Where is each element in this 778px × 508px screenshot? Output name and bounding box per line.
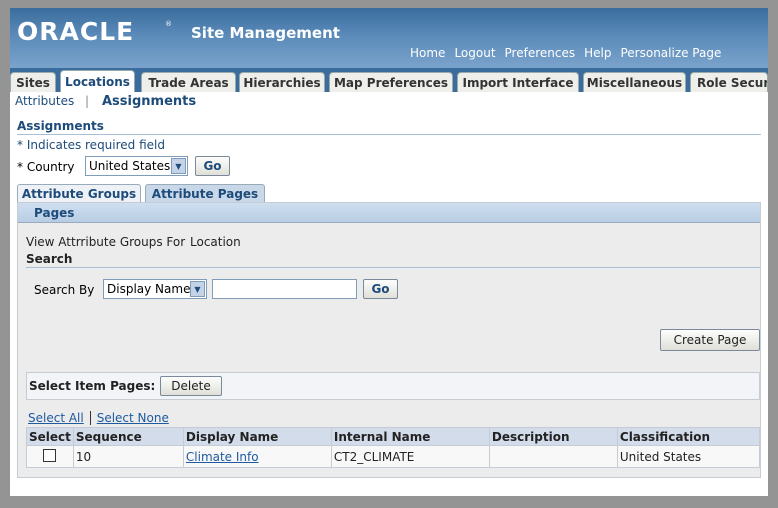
tab-locations[interactable]: Locations <box>60 70 135 92</box>
row-select-cell <box>26 445 74 468</box>
select-item-pages-label: Select Item Pages: <box>29 379 156 393</box>
title-divider <box>17 134 761 135</box>
search-input[interactable] <box>212 279 357 299</box>
row-sequence: 10 <box>72 445 184 468</box>
tab-hierarchies[interactable]: Hierarchies <box>239 72 325 92</box>
pages-table: Select Sequence Display Name Internal Na… <box>26 427 761 468</box>
row-display-name-cell: Climate Info <box>182 445 332 468</box>
browser-frame: ORACLE ® Site Management Home Logout Pre… <box>10 8 768 496</box>
page-title: Assignments <box>17 119 104 133</box>
search-go-button[interactable]: Go <box>363 279 398 299</box>
country-select-value: United States <box>89 159 171 173</box>
create-page-button[interactable]: Create Page <box>660 329 760 351</box>
country-go-button[interactable]: Go <box>195 156 230 176</box>
subnav-separator: | <box>85 94 90 108</box>
tab-role-security[interactable]: Role Secur <box>690 72 768 92</box>
preferences-link[interactable]: Preferences <box>505 46 576 60</box>
pages-panel: Pages View Attrribute Groups For Locatio… <box>17 202 761 478</box>
row-checkbox[interactable] <box>43 448 56 462</box>
search-by-label: Search By <box>34 283 95 297</box>
tab-bar: Sites Locations Trade Areas Hierarchies … <box>10 68 768 92</box>
link-divider <box>89 411 91 425</box>
app-header: ORACLE ® Site Management Home Logout Pre… <box>10 8 768 68</box>
search-by-value: Display Name <box>107 282 191 296</box>
select-all-link[interactable]: Select All <box>28 411 84 425</box>
row-description <box>488 445 618 468</box>
selection-links: Select All Select None <box>28 411 169 425</box>
subnav-assignments[interactable]: Assignments <box>102 94 196 109</box>
subtab-attribute-groups[interactable]: Attribute Groups <box>17 184 141 202</box>
country-label: * Country <box>17 160 75 174</box>
column-header-select: Select <box>26 427 74 446</box>
row-display-name-link[interactable]: Climate Info <box>186 450 259 464</box>
chevron-down-icon[interactable]: ▼ <box>190 281 205 297</box>
required-field-note: * Indicates required field <box>17 138 166 152</box>
column-header-description: Description <box>488 427 618 446</box>
table-row: 10 Climate Info CT2_CLIMATE United State… <box>26 445 761 468</box>
column-header-classification: Classification <box>616 427 761 446</box>
column-header-sequence: Sequence <box>72 427 184 446</box>
logout-link[interactable]: Logout <box>454 46 495 60</box>
app-title: Site Management <box>191 24 340 42</box>
column-header-display-name: Display Name <box>182 427 332 446</box>
country-select[interactable]: United States ▼ <box>85 156 188 176</box>
panel-header: Pages <box>18 203 760 223</box>
delete-button[interactable]: Delete <box>160 376 222 396</box>
search-by-select[interactable]: Display Name ▼ <box>103 279 207 299</box>
column-header-internal-name: Internal Name <box>330 427 490 446</box>
subnav-attributes[interactable]: Attributes <box>15 94 74 108</box>
tab-miscellaneous[interactable]: Miscellaneous <box>583 72 686 92</box>
help-link[interactable]: Help <box>584 46 611 60</box>
registered-mark: ® <box>165 20 172 28</box>
search-title: Search <box>26 252 73 266</box>
view-label: View Attrribute Groups For <box>26 235 186 249</box>
tab-trade-areas[interactable]: Trade Areas <box>141 72 236 92</box>
select-items-bar: Select Item Pages: Delete <box>26 372 760 400</box>
tab-sites[interactable]: Sites <box>10 72 56 92</box>
chevron-down-icon[interactable]: ▼ <box>171 158 186 174</box>
oracle-logo: ORACLE <box>17 17 135 46</box>
personalize-page-link[interactable]: Personalize Page <box>620 46 721 60</box>
select-none-link[interactable]: Select None <box>97 411 169 425</box>
table-header-row: Select Sequence Display Name Internal Na… <box>26 427 761 446</box>
view-value: Location <box>190 235 241 249</box>
global-links: Home Logout Preferences Help Personalize… <box>410 46 721 60</box>
row-classification: United States <box>616 445 761 468</box>
tab-map-preferences[interactable]: Map Preferences <box>329 72 453 92</box>
home-link[interactable]: Home <box>410 46 445 60</box>
row-internal-name: CT2_CLIMATE <box>330 445 490 468</box>
sub-navigation: Attributes | Assignments <box>10 92 768 112</box>
tab-import-interface[interactable]: Import Interface <box>457 72 579 92</box>
subtab-attribute-pages[interactable]: Attribute Pages <box>145 184 265 202</box>
search-divider <box>26 267 760 268</box>
